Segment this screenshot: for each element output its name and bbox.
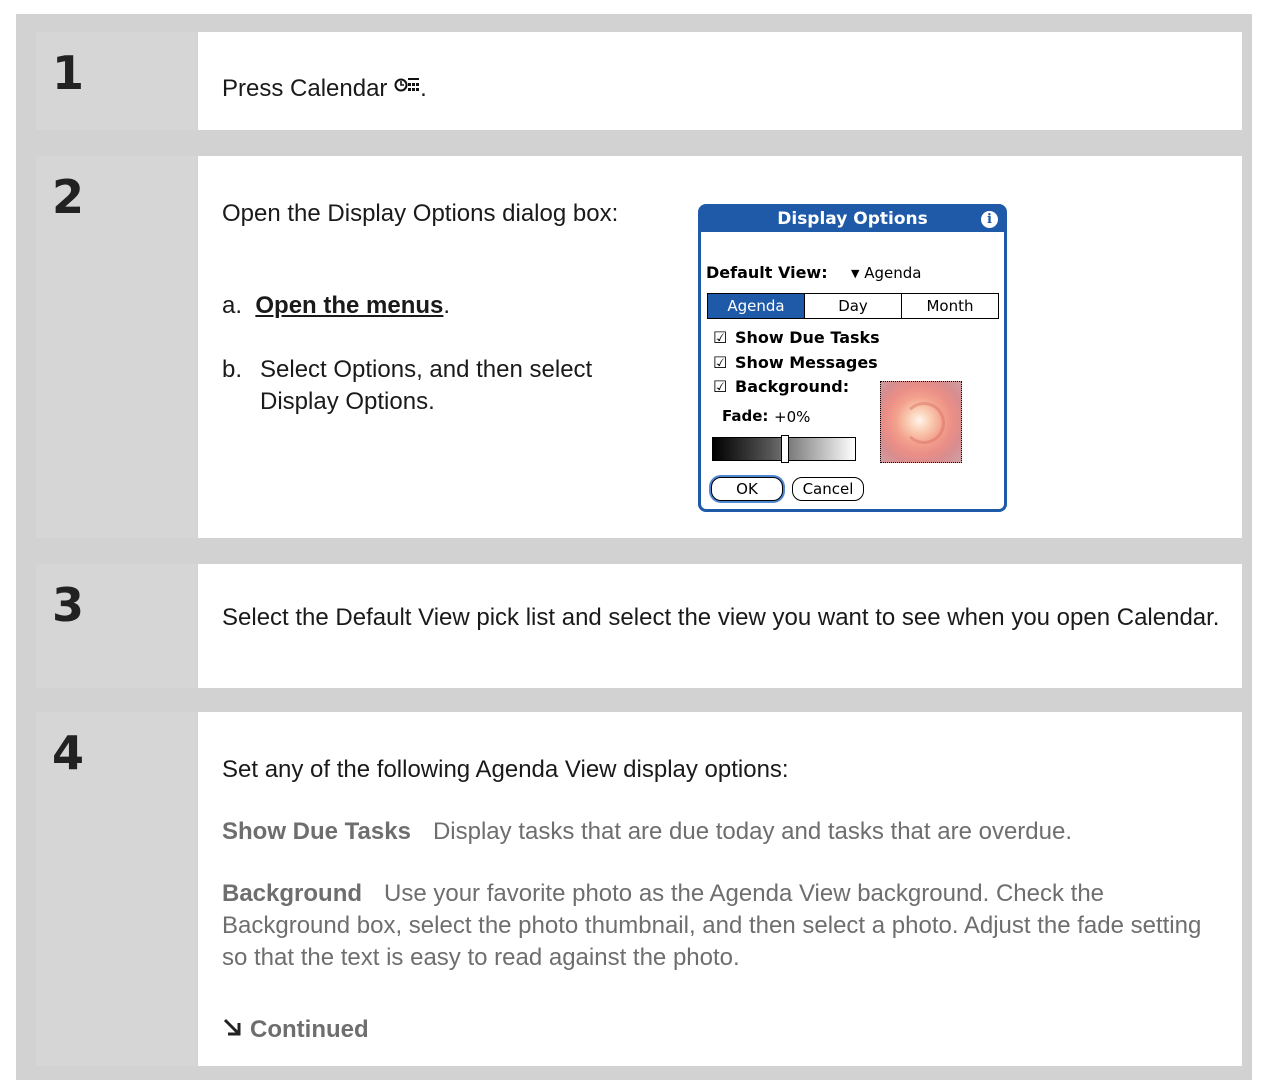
show-due-tasks-label: Show Due Tasks [735,328,880,347]
info-icon[interactable]: i [981,211,998,228]
continued-link[interactable]: Continued [222,1014,369,1046]
open-the-menus-link[interactable]: Open the menus [255,292,443,319]
substep-b-text: Select Options, and then select Display … [260,356,593,415]
dialog-title: Display Options [701,207,1004,232]
background-checkbox[interactable]: ☑ Background: [713,377,849,396]
option-show-due-tasks: Show Due Tasks Display tasks that are due… [222,816,1222,848]
calendar-icon [394,72,420,104]
step-1-text-before: Press Calendar [222,75,395,102]
default-view-value: Agenda [864,264,922,282]
default-view-picker[interactable]: ▼ Agenda [851,264,921,282]
arrow-down-right-icon [222,1014,244,1046]
fade-value: +0% [774,408,811,426]
fade-slider[interactable] [712,435,856,463]
step-number-cell: 3 [36,564,197,688]
step-number-cell: 1 [36,32,197,130]
step-2-substep-b: b. Select Options, and then select Displ… [222,354,642,418]
option-description: Use your favorite photo as the Agenda Vi… [222,880,1202,971]
step-1-text-after: . [420,75,427,102]
default-view-label: Default View: [706,263,828,282]
step-content: Set any of the following Agenda View dis… [198,712,1242,1066]
show-messages-checkbox[interactable]: ☑ Show Messages [713,353,878,372]
step-4-intro: Set any of the following Agenda View dis… [222,756,789,783]
show-messages-label: Show Messages [735,353,878,372]
option-background: Background Use your favorite photo as the… [222,878,1232,974]
step-number-cell: 2 [36,156,197,538]
option-term: Background [222,880,363,907]
step-4: 4 Set any of the following Agenda View d… [36,712,1242,1066]
substep-a-period: . [443,292,451,319]
step-number: 3 [52,578,85,632]
step-number: 1 [52,46,85,100]
checkbox-checked-icon: ☑ [713,328,728,347]
view-selector: Agenda Day Month [707,293,999,319]
step-3: 3 Select the Default View pick list and … [36,564,1242,688]
step-content: Press Calendar . [198,32,1242,130]
chevron-down-icon: ▼ [851,267,860,280]
cancel-button[interactable]: Cancel [792,477,864,501]
checkbox-checked-icon: ☑ [713,353,728,372]
step-1: 1 Press Calendar . [36,32,1242,130]
display-options-dialog: Display Options i Default View: ▼ Agenda… [698,204,1007,512]
step-number: 2 [52,170,85,224]
step-number: 4 [52,726,85,780]
step-content: Select the Default View pick list and se… [198,564,1242,688]
ok-button[interactable]: OK [711,477,783,501]
tab-agenda[interactable]: Agenda [708,294,805,318]
step-2-substep-a: a. Open the menus. [222,290,642,322]
option-description: Display tasks that are due today and tas… [432,818,1072,845]
background-photo-thumbnail[interactable] [880,381,962,463]
step-number-cell: 4 [36,712,197,1066]
background-label: Background: [735,377,850,396]
continued-label: Continued [250,1016,369,1043]
substep-b-prefix: b. [222,356,243,383]
step-2: 2 Open the Display Options dialog box: a… [36,156,1242,538]
step-2-intro: Open the Display Options dialog box: [222,200,619,227]
substep-a-prefix: a. [222,292,243,319]
fade-label: Fade: [722,407,769,425]
checkbox-checked-icon: ☑ [713,377,728,396]
option-term: Show Due Tasks [222,818,411,845]
step-3-text: Select the Default View pick list and se… [222,604,1220,631]
tab-month[interactable]: Month [902,294,998,318]
fade-slider-handle[interactable] [781,435,789,463]
show-due-tasks-checkbox[interactable]: ☑ Show Due Tasks [713,328,880,347]
tab-day[interactable]: Day [805,294,902,318]
step-1-text: Press Calendar . [222,72,427,105]
